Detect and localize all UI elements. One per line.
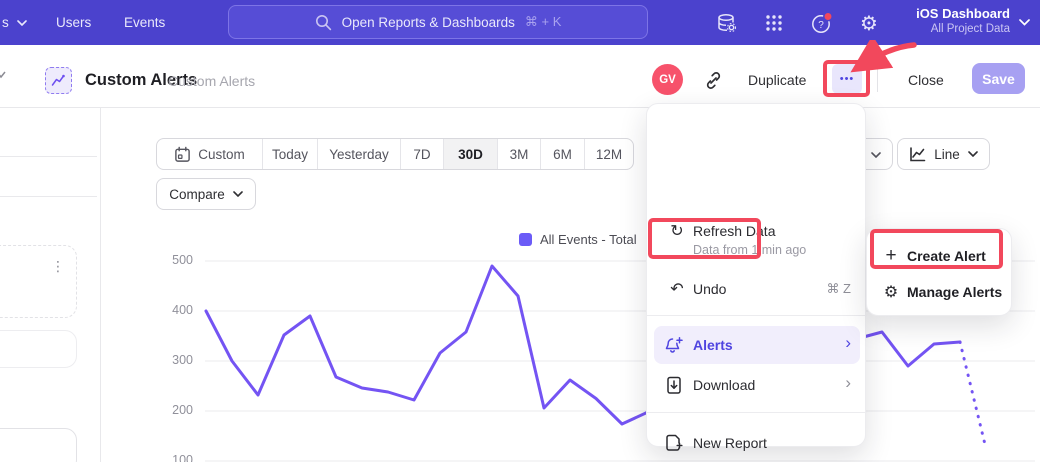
query-card[interactable]: ⋮ (0, 245, 77, 318)
menu-item-download[interactable]: Download › (647, 370, 867, 400)
range-6m[interactable]: 6M (541, 139, 585, 169)
range-today[interactable]: Today (263, 139, 318, 169)
breadcrumb[interactable]: Custom Alerts (168, 73, 255, 89)
svg-text:?: ? (818, 20, 824, 31)
compare-button[interactable]: Compare (156, 178, 256, 210)
menu-item-new-report[interactable]: New Report (647, 428, 867, 458)
compare-label: Compare (169, 187, 225, 202)
link-icon (704, 71, 723, 90)
undo-shortcut: ⌘ Z (826, 281, 851, 297)
mixpanel-report-page: s Users Events Open Reports & Dashboards… (0, 0, 1040, 462)
sidebar-edge-fragment (0, 71, 6, 79)
y-tick-100: 100 (153, 453, 193, 462)
y-tick-500: 500 (153, 253, 193, 267)
range-3m[interactable]: 3M (498, 139, 541, 169)
legend-label: All Events - Total (540, 232, 637, 247)
y-tick-200: 200 (153, 403, 193, 417)
submenu-item-manage-alerts[interactable]: ⚙ Manage Alerts (867, 275, 1013, 309)
range-30d-selected[interactable]: 30D (444, 139, 498, 169)
menu-label: Refresh Data (693, 223, 775, 239)
data-management-icon[interactable] (714, 10, 740, 36)
more-options-button[interactable]: ••• (832, 64, 862, 94)
refresh-data-sublabel: Data from 1 min ago (693, 243, 806, 257)
chart-legend[interactable]: All Events - Total (519, 232, 637, 247)
nav-item-events[interactable]: Events (124, 15, 165, 30)
range-12m[interactable]: 12M (585, 139, 633, 169)
search-input[interactable]: Open Reports & Dashboards ⌘ + K (228, 5, 648, 39)
report-type-icon (45, 67, 72, 94)
legend-swatch (519, 233, 532, 246)
search-icon (315, 14, 332, 31)
chart-type-label: Line (934, 147, 960, 162)
help-icon[interactable]: ? (809, 10, 835, 36)
undo-icon: ↶ (667, 279, 687, 299)
alerts-submenu: + Create Alert ⚙ Manage Alerts (866, 228, 1012, 316)
query-card[interactable] (0, 330, 77, 368)
notification-dot (824, 12, 832, 20)
save-button[interactable]: Save (972, 63, 1025, 94)
document-plus-icon (665, 434, 684, 453)
chart-type-button[interactable]: Line (897, 138, 990, 170)
range-7d[interactable]: 7D (401, 139, 444, 169)
top-navbar: s Users Events Open Reports & Dashboards… (0, 0, 1040, 45)
kebab-menu-icon[interactable]: ⋮ (51, 258, 65, 275)
left-panel-border (100, 108, 101, 462)
project-chevron-down-icon[interactable] (1019, 19, 1030, 26)
range-yesterday[interactable]: Yesterday (318, 139, 401, 169)
series-line-dashed-tail (960, 342, 986, 449)
y-tick-400: 400 (153, 303, 193, 317)
left-panel-row-divider (0, 196, 97, 197)
close-button[interactable]: Close (908, 72, 944, 88)
range-custom[interactable]: Custom (157, 139, 263, 169)
left-panel-row-divider (0, 156, 97, 157)
apps-grid-icon[interactable] (761, 10, 787, 36)
submenu-label: Manage Alerts (907, 284, 1002, 300)
copy-link-button[interactable] (704, 71, 723, 90)
project-subtitle: All Project Data (916, 23, 1010, 35)
avatar[interactable]: GV (652, 64, 683, 95)
plus-icon: + (881, 245, 901, 267)
submenu-label: Create Alert (907, 248, 986, 264)
settings-gear-icon[interactable]: ⚙ (856, 10, 882, 36)
query-card[interactable] (0, 428, 77, 462)
menu-divider (647, 315, 867, 316)
menu-item-undo[interactable]: ↶ Undo ⌘ Z (647, 274, 867, 304)
download-icon (665, 376, 683, 395)
duplicate-button[interactable]: Duplicate (748, 72, 806, 88)
refresh-icon: ↻ (667, 221, 687, 241)
submenu-item-create-alert[interactable]: + Create Alert (867, 239, 1013, 273)
line-chart-icon (909, 147, 926, 162)
calendar-icon (174, 146, 191, 163)
boards-menu-fragment-label: s (2, 15, 9, 30)
gear-icon: ⚙ (881, 282, 901, 302)
ellipsis-icon: ••• (840, 73, 855, 85)
chevron-down-icon (968, 151, 978, 157)
chevron-down-icon (871, 152, 881, 158)
project-switcher[interactable]: iOS Dashboard All Project Data (916, 6, 1010, 35)
header-divider (877, 66, 878, 92)
nav-item-users[interactable]: Users (56, 15, 91, 30)
more-options-menu: ↻ Refresh Data Data from 1 min ago ↶ Und… (646, 103, 866, 447)
y-tick-300: 300 (153, 353, 193, 367)
boards-menu-fragment[interactable]: s (2, 15, 27, 30)
search-placeholder: Open Reports & Dashboards (342, 15, 515, 30)
project-title: iOS Dashboard (916, 6, 1010, 21)
menu-divider (647, 412, 867, 413)
chevron-right-icon: › (845, 333, 851, 353)
menu-label: New Report (693, 435, 767, 451)
menu-item-alerts[interactable]: Alerts › (647, 330, 867, 360)
chevron-down-icon (17, 20, 27, 26)
menu-label: Undo (693, 281, 726, 297)
date-range-control: Custom Today Yesterday 7D 30D 3M 6M 12M (156, 138, 634, 170)
menu-item-refresh-data[interactable]: ↻ Refresh Data (647, 216, 867, 246)
menu-label: Download (693, 377, 755, 393)
menu-label: Alerts (693, 337, 733, 353)
chevron-down-icon (233, 191, 243, 197)
chevron-right-icon: › (845, 373, 851, 393)
bell-plus-icon (664, 336, 684, 355)
search-shortcut: ⌘ + K (525, 14, 562, 30)
